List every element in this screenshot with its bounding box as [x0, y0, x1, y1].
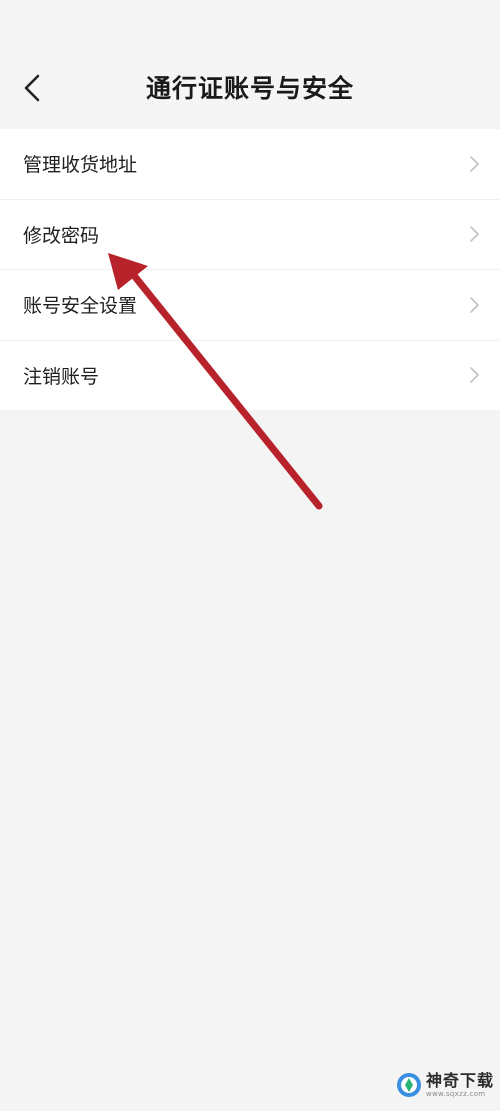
chevron-right-icon	[470, 155, 479, 172]
menu-item-change-password[interactable]: 修改密码	[0, 198, 500, 270]
menu-item-label: 账号安全设置	[23, 295, 138, 318]
chevron-right-icon	[470, 367, 479, 384]
menu-item-label: 修改密码	[23, 224, 100, 247]
page-title: 通行证账号与安全	[145, 74, 354, 103]
watermark-logo-icon	[397, 1073, 421, 1097]
chevron-right-icon	[470, 226, 479, 243]
chevron-right-icon	[470, 296, 479, 313]
watermark-name: 神奇下载	[426, 1070, 495, 1090]
menu-item-manage-address[interactable]: 管理收货地址	[0, 129, 500, 199]
menu-item-label: 管理收货地址	[23, 154, 138, 177]
top-navigation-bar: 通行证账号与安全	[0, 0, 500, 118]
settings-menu: 管理收货地址 修改密码 账号安全设置 注销账号	[0, 129, 500, 410]
menu-item-account-security[interactable]: 账号安全设置	[0, 269, 500, 340]
menu-item-label: 注销账号	[23, 365, 100, 388]
watermark: 神奇下载 www.sqxzz.com	[396, 1068, 494, 1102]
menu-item-delete-account[interactable]: 注销账号	[0, 339, 500, 411]
watermark-url: www.sqxzz.com	[426, 1089, 486, 1098]
